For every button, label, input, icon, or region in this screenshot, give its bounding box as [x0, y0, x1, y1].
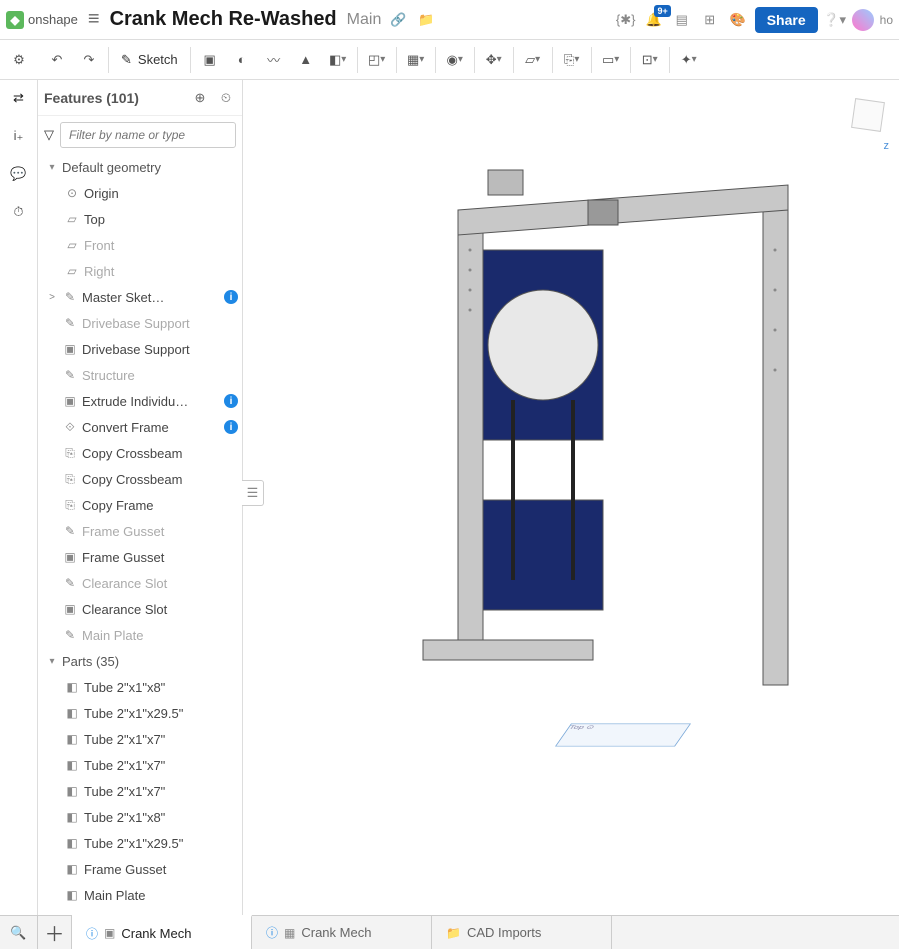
part-item[interactable]: ◧Tube 2"x1"x7"	[38, 752, 242, 778]
feature-tree[interactable]: ▾Default geometry ⊙Origin ▱Top ▱Front ▱R…	[38, 154, 242, 915]
draft-button[interactable]: ▦▾	[401, 45, 431, 75]
info-icon: i	[224, 290, 238, 304]
front-plane-item[interactable]: ▱Front	[38, 232, 242, 258]
left-rail: ⇄ i₊ 💬 ⏱	[0, 80, 38, 915]
feature-item[interactable]: ⎘Copy Crossbeam	[38, 466, 242, 492]
graphics-view[interactable]: ☰ z Top ⊙	[243, 80, 899, 915]
document-tab[interactable]: ⓘ▦Crank Mech	[252, 916, 432, 949]
custom-feature-button[interactable]: ✦▾	[674, 45, 704, 75]
pencil-icon: ✎	[121, 52, 132, 68]
extrude-button[interactable]: ▣	[195, 45, 225, 75]
loft-button[interactable]: ▲	[291, 45, 321, 75]
parts-section[interactable]: ▾Parts (35)	[38, 648, 242, 674]
notifications-icon[interactable]: 🔔	[643, 9, 665, 31]
feature-item[interactable]: ✎Drivebase Support	[38, 310, 242, 336]
part-item[interactable]: ◧Tube 2"x1"x8"	[38, 804, 242, 830]
feature-toolbar: ⚙ ↶ ↷ ✎ Sketch ▣ ◐ 〰 ▲ ◧▾ ◰▾ ▦▾ ◉▾ ✥▾ ▱▾…	[0, 40, 899, 80]
part-item[interactable]: ◧Tube 2"x1"x8"	[38, 674, 242, 700]
right-plane-item[interactable]: ▱Right	[38, 258, 242, 284]
folder-icon[interactable]: 📁	[415, 9, 437, 31]
menu-icon[interactable]: ≡	[84, 8, 104, 31]
apps-icon[interactable]: ⊞	[699, 9, 721, 31]
feature-item[interactable]: ⟐Convert Framei	[38, 414, 242, 440]
properties-icon[interactable]: ▤	[671, 9, 693, 31]
plane-button[interactable]: ▱▾	[518, 45, 548, 75]
history-rail-icon[interactable]: ⏱	[7, 200, 31, 224]
sheetmetal-button[interactable]: ▭▾	[596, 45, 626, 75]
feature-item[interactable]: ⎘Copy Crossbeam	[38, 440, 242, 466]
feature-item[interactable]: ✎Frame Gusset	[38, 518, 242, 544]
feature-item[interactable]: ▣Extrude Individu…i	[38, 388, 242, 414]
undo-button[interactable]: ↶	[42, 45, 72, 75]
panel-title: Features (101)	[44, 90, 184, 106]
user-avatar[interactable]	[852, 9, 874, 31]
transform-button[interactable]: ✥▾	[479, 45, 509, 75]
document-tab[interactable]: 📁CAD Imports	[432, 916, 612, 949]
add-feature-rail-icon[interactable]: i₊	[7, 124, 31, 148]
feature-item[interactable]: ✎Structure	[38, 362, 242, 388]
feature-panel: Features (101) ⊕ ⏲ ▽ ▾Default geometry ⊙…	[38, 80, 243, 915]
derived-button[interactable]: ⎘▾	[557, 45, 587, 75]
section-view-button[interactable]: ⊡▾	[635, 45, 665, 75]
part-item[interactable]: ◧Tube 2"x1"x7"	[38, 778, 242, 804]
feature-item[interactable]: ⎘Copy Frame	[38, 492, 242, 518]
feature-item[interactable]: ▣Frame Gusset	[38, 544, 242, 570]
panel-toggle-icon[interactable]: ☰	[242, 480, 264, 506]
z-axis-label: z	[884, 140, 890, 152]
comments-rail-icon[interactable]: 💬	[7, 162, 31, 186]
fillet-button[interactable]: ◰▾	[362, 45, 392, 75]
model-render	[413, 150, 823, 720]
part-item[interactable]: ◧Tube 2"x1"x29.5"	[38, 700, 242, 726]
feature-filter-input[interactable]	[60, 122, 236, 148]
thicken-button[interactable]: ◧▾	[323, 45, 353, 75]
info-icon: i	[224, 420, 238, 434]
revolve-button[interactable]: ◐	[227, 45, 257, 75]
feature-item[interactable]: >✎Master Sket…i	[38, 284, 242, 310]
link-icon[interactable]: 🔗	[387, 9, 409, 31]
sweep-button[interactable]: 〰	[259, 45, 289, 75]
app-topbar: ◆ onshape ≡ Crank Mech Re-Washed Main 🔗 …	[0, 0, 899, 40]
sketch-label: Sketch	[138, 52, 178, 67]
tab-strip: 🔍 ＋ ⓘ▣Crank Mechⓘ▦Crank Mech📁CAD Imports	[0, 915, 899, 949]
tab-search-icon[interactable]: 🔍	[0, 916, 38, 949]
help-icon[interactable]: ❔▾	[824, 9, 846, 31]
brand-label: onshape	[28, 12, 78, 27]
origin-item[interactable]: ⊙Origin	[38, 180, 242, 206]
rollback-icon[interactable]: ⏲	[216, 88, 236, 108]
part-item[interactable]: ◧Tube 2"x1"x29.5"	[38, 830, 242, 856]
part-item[interactable]: ◧1378N77_Crossed-…	[38, 908, 242, 915]
view-cube[interactable]: z	[853, 100, 893, 150]
feature-item[interactable]: ✎Clearance Slot	[38, 570, 242, 596]
filter-icon[interactable]: ▽	[44, 127, 54, 143]
branch-label[interactable]: Main	[347, 11, 382, 29]
redo-button[interactable]: ↷	[74, 45, 104, 75]
top-plane-indicator: Top ⊙	[555, 724, 691, 747]
document-title[interactable]: Crank Mech Re-Washed	[110, 8, 337, 31]
info-icon: i	[224, 394, 238, 408]
feature-item[interactable]: ▣Drivebase Support	[38, 336, 242, 362]
document-tab[interactable]: ⓘ▣Crank Mech	[72, 915, 252, 949]
appearance-icon[interactable]: 🎨	[727, 9, 749, 31]
user-name: ho	[880, 13, 893, 27]
part-item[interactable]: ◧Tube 2"x1"x7"	[38, 726, 242, 752]
sketch-button[interactable]: ✎ Sketch	[113, 45, 186, 75]
feature-item[interactable]: ▣Clearance Slot	[38, 596, 242, 622]
boolean-button[interactable]: ◉▾	[440, 45, 470, 75]
share-button[interactable]: Share	[755, 7, 818, 33]
part-item[interactable]: ◧Frame Gusset	[38, 856, 242, 882]
default-geometry-section[interactable]: ▾Default geometry	[38, 154, 242, 180]
add-tab-button[interactable]: ＋	[38, 916, 72, 949]
config-icon[interactable]: ⚙	[4, 45, 34, 75]
insert-feature-icon[interactable]: ⊕	[190, 88, 210, 108]
brand-logo[interactable]: ◆ onshape	[6, 11, 78, 29]
features-rail-icon[interactable]: ⇄	[7, 86, 31, 110]
feature-item[interactable]: ✎Main Plate	[38, 622, 242, 648]
part-item[interactable]: ◧Main Plate	[38, 882, 242, 908]
version-graph-icon[interactable]: {✱}	[615, 9, 637, 31]
top-plane-item[interactable]: ▱Top	[38, 206, 242, 232]
